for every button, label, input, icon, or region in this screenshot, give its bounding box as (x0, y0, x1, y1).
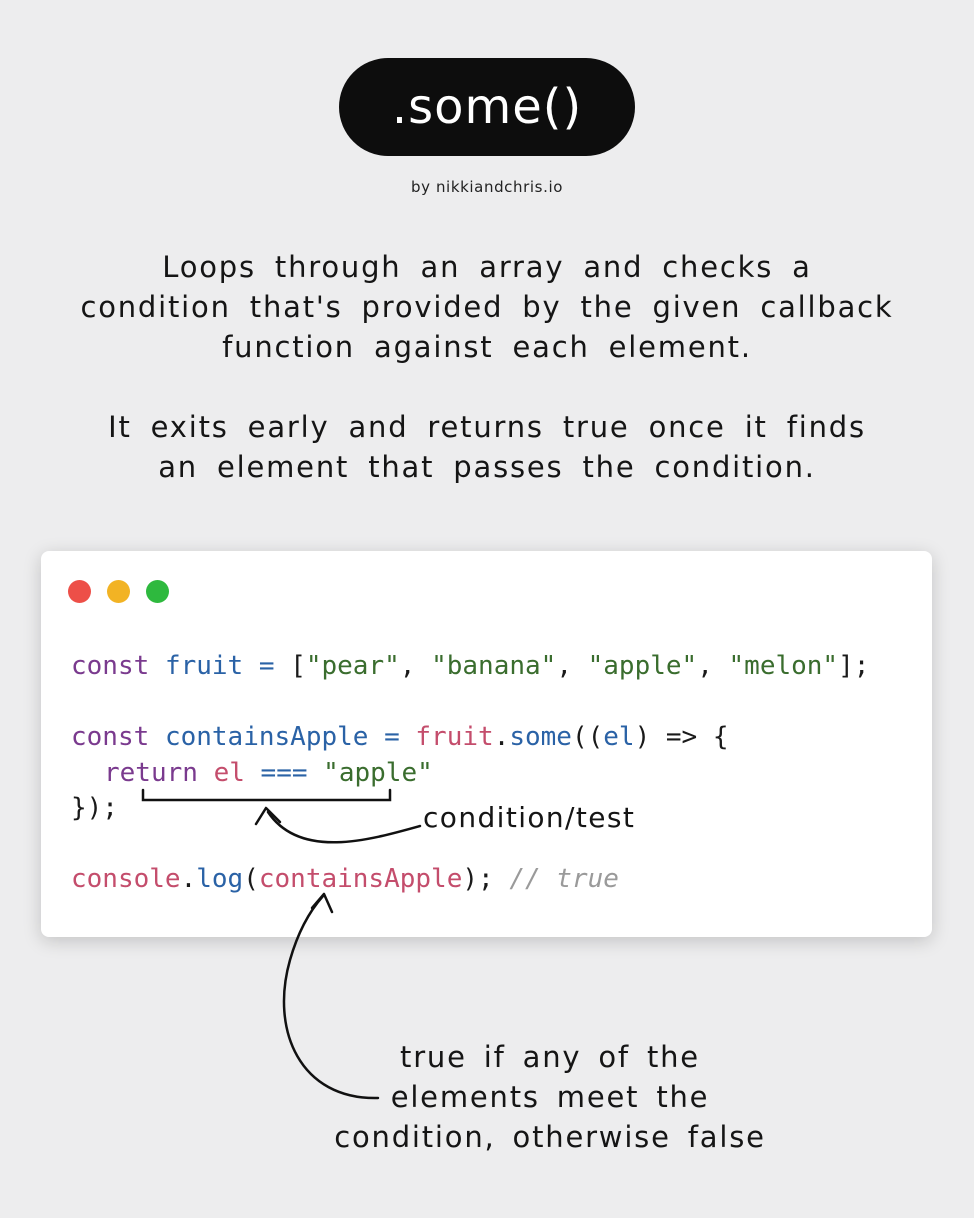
condition-arrow (266, 810, 422, 844)
result-arrowhead-icon (310, 892, 334, 914)
condition-label: condition/test (423, 801, 636, 834)
annotation-arrows (141, 788, 422, 1100)
result-line: true if any of the (400, 1040, 700, 1074)
result-line: condition, otherwise false (334, 1120, 766, 1154)
result-line: elements meet the (390, 1080, 710, 1114)
result-explanation: true if any of the elements meet the con… (300, 1037, 800, 1157)
condition-bracket (141, 788, 392, 802)
